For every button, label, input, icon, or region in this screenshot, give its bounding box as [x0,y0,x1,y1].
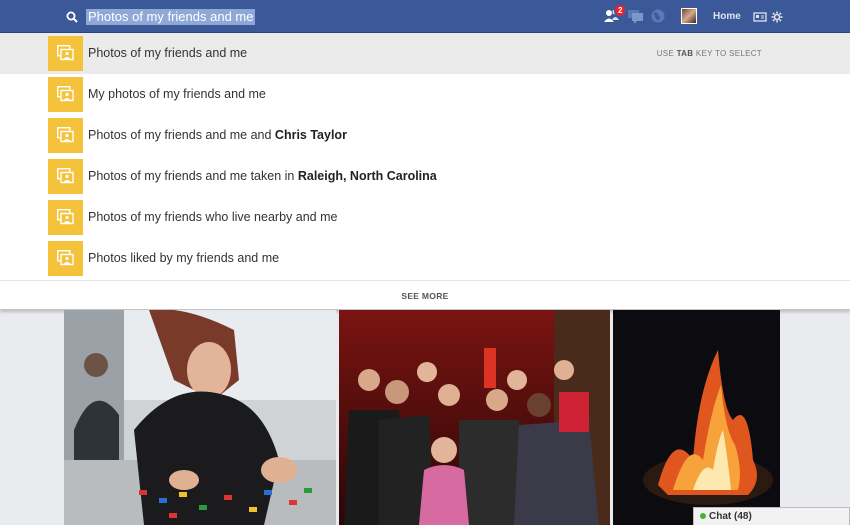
suggestion-label: Photos liked by my friends and me [88,251,280,265]
suggestion-label: Photos of my friends and me and Chris Ta… [88,128,347,142]
suggestion-item[interactable]: Photos of my friends and me USE TAB KEY … [0,33,850,74]
search-input[interactable]: Photos of my friends and me [86,9,256,25]
suggestion-item[interactable]: Photos of my friends and me and Chris Ta… [0,115,850,156]
suggestion-item[interactable]: My photos of my friends and me [0,74,850,115]
suggestion-label: Photos of my friends and me [88,46,248,60]
photo-search-icon [48,118,83,153]
photo-search-icon [48,36,83,71]
suggestion-item[interactable]: Photos liked by my friends and me [0,238,850,279]
home-link[interactable]: Home [713,11,741,22]
search-icon [66,10,78,23]
profile-avatar[interactable] [681,8,697,24]
photo-result[interactable] [339,310,610,525]
friend-requests-badge: 2 [614,4,627,17]
see-more-link[interactable]: SEE MORE [0,280,850,311]
privacy-shortcuts-icon[interactable] [753,10,771,26]
suggestion-label: Photos of my friends who live nearby and… [88,210,338,224]
photo-search-icon [48,241,83,276]
top-bar: Photos of my friends and me 2 Home [0,0,850,33]
search-suggestions-dropdown: Photos of my friends and me USE TAB KEY … [0,33,850,310]
suggestion-item[interactable]: Photos of my friends and me taken in Ral… [0,156,850,197]
photo-search-icon [48,77,83,112]
messages-icon[interactable] [627,8,645,24]
suggestion-label: Photos of my friends and me taken in Ral… [88,169,437,183]
chat-bar[interactable]: Chat (48) [693,507,850,525]
suggestion-label: My photos of my friends and me [88,87,266,101]
photo-result[interactable] [613,310,780,525]
settings-gear-icon[interactable] [771,10,789,26]
chat-label: Chat (48) [709,511,752,522]
photo-search-icon [48,200,83,235]
tab-key-hint: USE TAB KEY TO SELECT [656,49,762,58]
online-status-icon [700,513,706,519]
photo-result[interactable] [64,310,336,525]
suggestion-item[interactable]: Photos of my friends who live nearby and… [0,197,850,238]
notifications-globe-icon[interactable] [650,8,668,24]
photo-search-icon [48,159,83,194]
